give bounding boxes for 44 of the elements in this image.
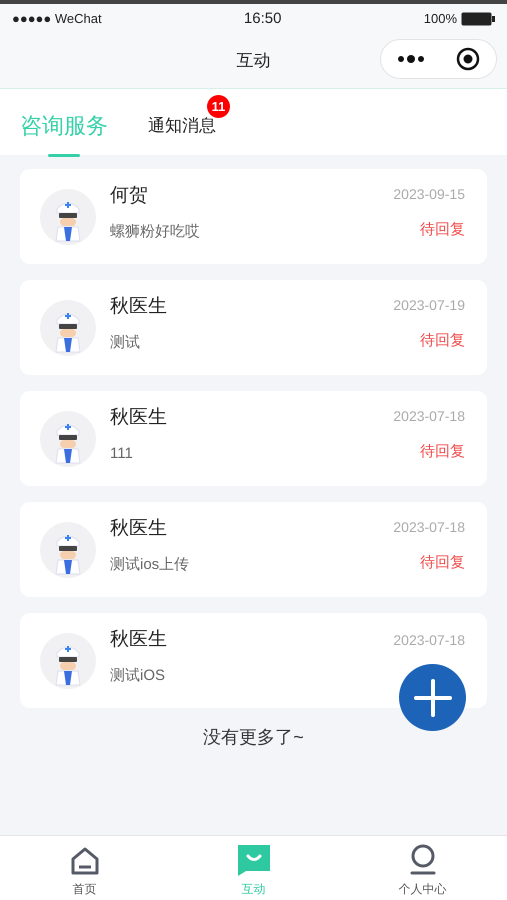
doctor-name: 何贺 [110, 184, 149, 208]
person-icon [408, 844, 438, 876]
message-preview: 测试ios上传 [110, 554, 190, 574]
doctor-avatar-icon [40, 188, 96, 244]
status-text: 待回复 [420, 442, 465, 462]
chat-bubble-icon [236, 844, 270, 876]
consultation-card[interactable]: 秋医生 测试iOS 2023-07-18 [20, 613, 487, 708]
doctor-name: 秋医生 [110, 406, 168, 430]
doctor-name: 秋医生 [110, 517, 168, 541]
date-text: 2023-07-19 [393, 296, 465, 315]
message-preview: 111 [110, 444, 134, 464]
more-icon[interactable] [396, 54, 425, 64]
unread-badge: 11 [207, 95, 230, 118]
bottom-nav-item[interactable]: 首页 [0, 836, 169, 900]
bottom-nav-item[interactable]: 个人中心 [338, 836, 507, 900]
doctor-name: 秋医生 [110, 295, 168, 319]
carrier-text: ●●●●● WeChat [12, 10, 102, 28]
battery-text: 100% [424, 10, 457, 28]
consultation-card[interactable]: 秋医生 测试 2023-07-19 待回复 [20, 280, 487, 375]
doctor-avatar-icon [40, 410, 96, 466]
clock-text: 16:50 [244, 8, 282, 29]
message-preview: 测试 [110, 332, 141, 352]
battery-icon [461, 12, 495, 26]
status-text: 待回复 [420, 552, 465, 573]
page-title: 互动 [236, 50, 270, 72]
status-text: 待回复 [420, 220, 465, 240]
date-text: 2023-09-15 [393, 184, 465, 204]
doctor-avatar-icon [40, 300, 96, 356]
doctor-avatar-icon [40, 522, 96, 578]
capsule-menu[interactable] [380, 39, 497, 79]
consultation-card[interactable]: 秋医生 111 2023-07-18 待回复 [20, 391, 487, 486]
doctor-avatar-icon [40, 632, 96, 688]
end-of-list-text: 没有更多了~ [203, 726, 304, 749]
date-text: 2023-07-18 [393, 406, 465, 426]
date-text: 2023-07-18 [393, 518, 465, 537]
message-preview: 测试iOS [110, 666, 166, 686]
status-text: 待回复 [420, 330, 465, 351]
consultation-card[interactable]: 秋医生 测试ios上传 2023-07-18 待回复 [20, 502, 487, 597]
plus-icon [414, 678, 452, 716]
message-preview: 螺狮粉好吃哎 [110, 222, 201, 242]
date-text: 2023-07-18 [393, 631, 465, 650]
doctor-name: 秋医生 [110, 628, 168, 652]
home-icon [70, 846, 100, 876]
consultation-card[interactable]: 何贺 螺狮粉好吃哎 2023-09-15 待回复 [20, 169, 487, 264]
